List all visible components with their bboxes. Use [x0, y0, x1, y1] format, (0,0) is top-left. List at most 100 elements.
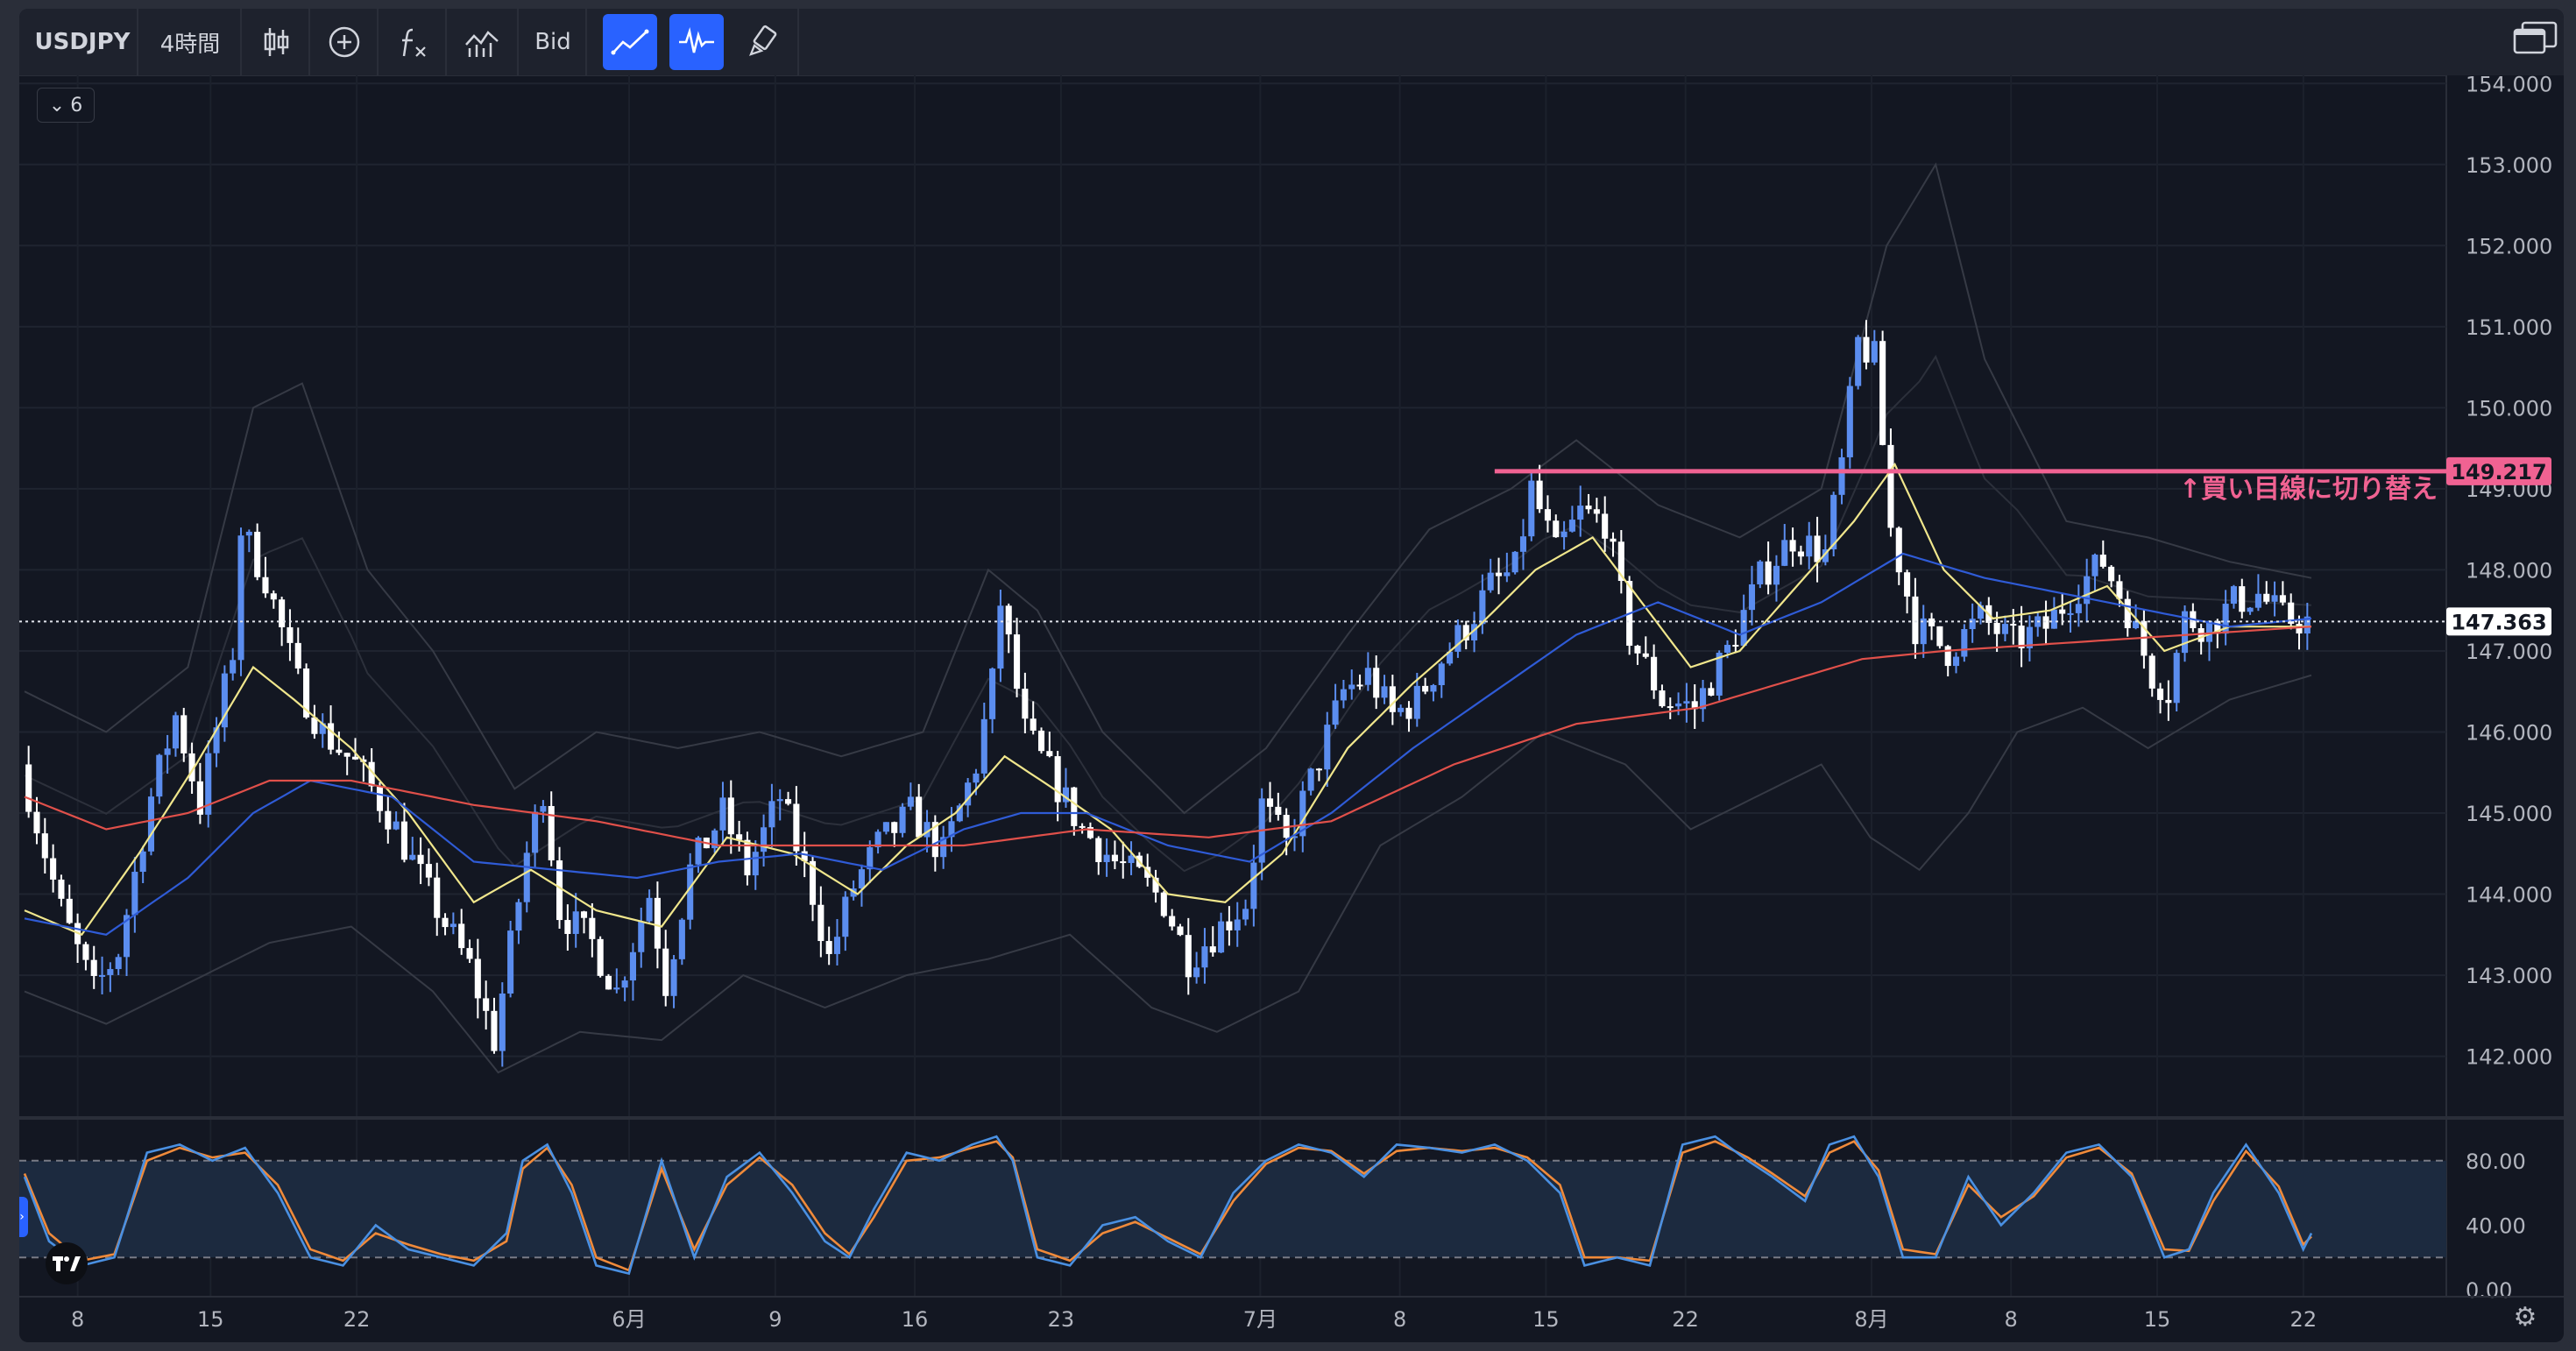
candle-body: [2271, 595, 2278, 602]
candle-body: [540, 805, 547, 812]
candle-body: [1928, 618, 1936, 626]
candle-body: [385, 810, 392, 830]
candle-body: [58, 879, 65, 899]
candle-body: [793, 803, 800, 852]
candle-body: [2099, 555, 2106, 567]
x-tick-label: 15: [1532, 1307, 1560, 1332]
candle-body: [449, 923, 456, 928]
candle-body: [589, 917, 596, 939]
side-panel-toggle[interactable]: ›: [19, 1197, 28, 1237]
candle-body: [156, 754, 163, 797]
candle-body: [2263, 593, 2270, 602]
candle-body: [1806, 535, 1813, 557]
candle-body: [82, 944, 89, 960]
candle-body: [1275, 806, 1282, 816]
candle-body: [973, 773, 980, 783]
candle-body: [1037, 730, 1045, 752]
candle-body: [434, 877, 441, 918]
candle-body: [621, 980, 628, 988]
price-chart[interactable]: 154.000153.000152.000151.000150.000149.0…: [19, 9, 2564, 1342]
candle-body: [1585, 506, 1592, 510]
candle-body: [997, 605, 1004, 669]
moving-average-line: [24, 462, 2311, 937]
y-tick-label: 144.000: [2466, 883, 2552, 908]
candle-body: [1266, 798, 1274, 807]
x-tick-label: 16: [902, 1307, 929, 1332]
chevron-down-icon: ⌄: [48, 94, 66, 117]
candle-body: [1912, 596, 1919, 645]
candle-body: [1732, 645, 1739, 647]
candle-body: [1356, 684, 1363, 687]
candle-body: [50, 858, 57, 880]
x-tick-label: 22: [1672, 1307, 1699, 1332]
candle-body: [825, 941, 832, 954]
candle-body: [1683, 701, 1690, 704]
candle-body: [2279, 595, 2286, 603]
y-tick-label: 147.000: [2466, 640, 2552, 664]
candle-body: [882, 822, 889, 832]
annotation-text: ↑買い目線に切り替え: [2179, 474, 2438, 505]
y-tick-label: 151.000: [2466, 315, 2552, 340]
candle-body: [262, 576, 269, 594]
candle-body: [1079, 825, 1086, 828]
candle-body: [1723, 645, 1731, 653]
candle-body: [629, 951, 636, 981]
candle-body: [1332, 700, 1339, 725]
candle-body: [1014, 634, 1021, 690]
candle-body: [2165, 699, 2172, 704]
x-tick-label: 15: [2144, 1307, 2171, 1332]
candle-body: [1797, 551, 1804, 557]
candle-body: [580, 911, 588, 918]
candle-body: [678, 919, 685, 959]
candle-body: [785, 799, 792, 804]
candle-body: [1593, 509, 1600, 514]
candle-body: [1348, 684, 1355, 690]
candle-body: [1438, 663, 1445, 686]
indicator-collapse-button[interactable]: ⌄ 6: [37, 88, 95, 123]
candle-body: [1519, 536, 1527, 552]
candle-body: [1814, 535, 1821, 562]
candle-body: [466, 948, 473, 959]
y-tick-label: 153.000: [2466, 153, 2552, 178]
candle-body: [147, 796, 155, 852]
candle-body: [328, 723, 335, 750]
candle-body: [1095, 838, 1102, 862]
candle-body: [1904, 572, 1911, 597]
candle-body: [1234, 919, 1241, 930]
candle-body: [1871, 341, 1878, 363]
x-tick-label: 23: [1048, 1307, 1075, 1332]
x-tick-label: 15: [197, 1307, 224, 1332]
x-tick-label: 8: [1393, 1307, 1406, 1332]
candle-body: [1553, 520, 1560, 538]
candle-body: [1642, 653, 1649, 657]
candle-body: [1748, 584, 1756, 611]
candle-body: [1340, 689, 1347, 701]
candle-body: [2059, 609, 2066, 614]
candle-body: [1250, 862, 1257, 909]
candle-body: [1218, 921, 1225, 953]
candle-body: [1454, 625, 1461, 652]
oscillator-tick-label: 80.00: [2466, 1149, 2526, 1174]
candle-body: [1577, 506, 1584, 520]
candle-body: [1022, 689, 1029, 719]
candle-body: [1944, 646, 1951, 667]
candle-body: [1177, 926, 1184, 936]
candle-body: [1675, 703, 1682, 707]
settings-gear-icon[interactable]: ⚙: [2509, 1302, 2541, 1333]
candle-body: [351, 756, 359, 760]
oscillator-tick-label: 40.00: [2466, 1213, 2526, 1238]
candle-body: [1324, 725, 1331, 770]
candle-body: [1781, 540, 1788, 566]
x-tick-label: 8: [71, 1307, 84, 1332]
candle-body: [1120, 861, 1127, 864]
candle-body: [1226, 921, 1233, 930]
x-tick-label: 7月: [1243, 1307, 1277, 1332]
x-tick-label: 22: [343, 1307, 371, 1332]
candle-body: [613, 987, 620, 990]
candle-body: [107, 969, 114, 975]
candle-body: [287, 626, 294, 643]
candle-body: [2124, 598, 2131, 629]
candle-body: [907, 796, 914, 807]
x-tick-label: 8月: [1854, 1307, 1888, 1332]
candle-body: [1544, 509, 1551, 521]
